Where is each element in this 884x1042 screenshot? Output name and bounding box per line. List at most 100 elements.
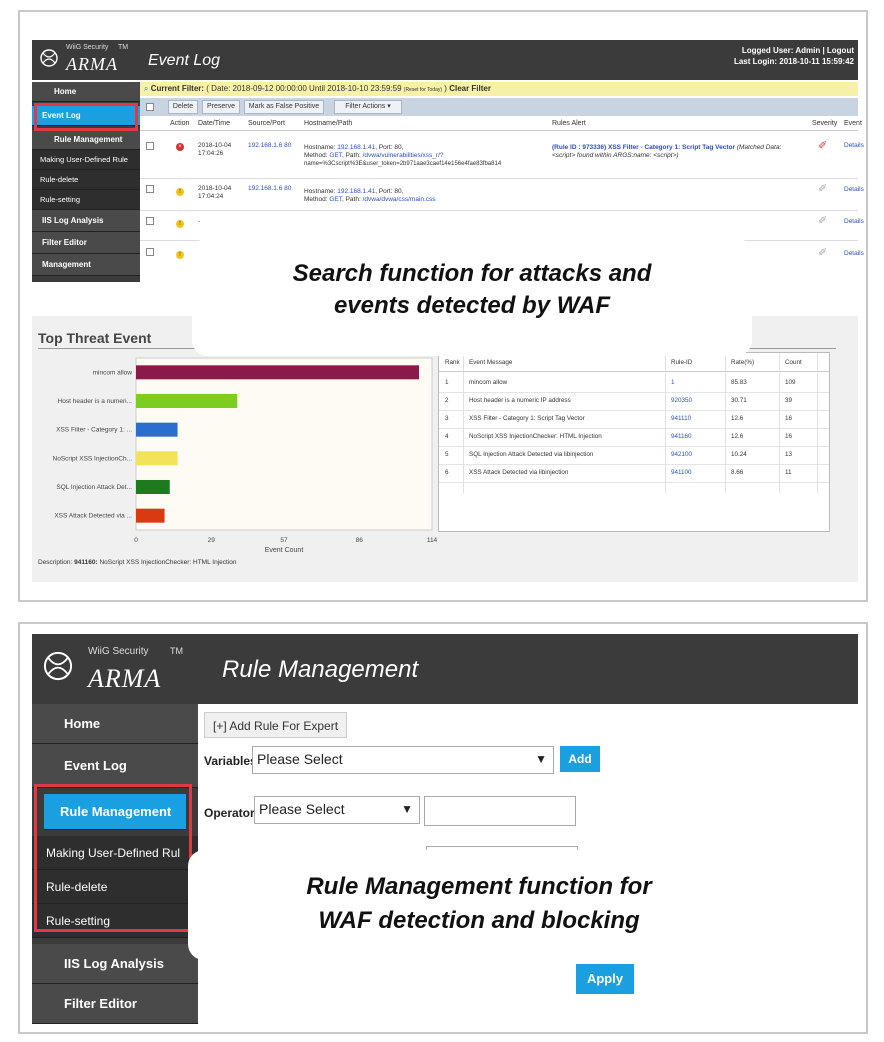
filter-label: Current Filter:	[150, 84, 205, 93]
row-hostname: Hostname: 192.168.1.41, Port: 80, Method…	[304, 188, 554, 204]
row-checkbox[interactable]	[146, 248, 154, 256]
port-text: , Port: 80,	[375, 144, 404, 151]
preserve-button[interactable]: Preserve	[202, 100, 240, 114]
rank-table-cell[interactable]: 1	[671, 379, 675, 386]
rank-table-header: Rule-ID	[671, 359, 693, 366]
method-link[interactable]: GET	[329, 152, 342, 159]
rank-table-cell[interactable]: 942100	[671, 451, 692, 458]
app-header: WiiG Security TM ARMA Rule Management	[32, 634, 858, 704]
chart-tick-label: 86	[356, 537, 364, 544]
blocked-icon: ×	[176, 143, 184, 151]
row-checkbox[interactable]	[146, 185, 154, 193]
select-all-checkbox[interactable]	[146, 103, 154, 111]
chart-bar[interactable]	[136, 394, 238, 408]
row-source[interactable]: 192.168.1.6 80	[248, 142, 291, 150]
rank-table-cell: 5	[445, 451, 449, 458]
description-label: Description:	[38, 559, 73, 566]
sidebar-item-user-defined-rule[interactable]: Making User-Defined Rule	[32, 150, 140, 170]
sidebar-item-iis-log[interactable]: IIS Log Analysis	[32, 944, 198, 984]
chart-tick-label: 0	[134, 537, 138, 544]
chart-bar[interactable]	[136, 451, 178, 466]
chart-category-label: SQL Injection Attack Det...	[56, 484, 132, 491]
warning-icon: !	[176, 220, 184, 228]
host-link[interactable]: 192.168.1.41	[337, 188, 375, 195]
chart-tick-label: 57	[280, 537, 288, 544]
filter-actions-button[interactable]: Filter Actions ▾	[334, 100, 402, 114]
rank-table-cell: 39	[785, 397, 793, 404]
rank-table-cell[interactable]: 941100	[671, 469, 692, 476]
sidebar-item-rule-setting[interactable]: Rule-setting	[32, 190, 140, 210]
callout-line-1: Rule Management function for	[306, 873, 652, 900]
false-positive-button[interactable]: Mark as False Positive	[244, 100, 324, 114]
rank-table-cell: 85.83	[731, 379, 747, 386]
chart-bar[interactable]	[136, 508, 165, 523]
row-date: 2018-10-04	[198, 142, 232, 149]
rank-table-cell[interactable]: 941160	[671, 433, 692, 440]
sidebar-item-home[interactable]: Home	[32, 82, 140, 102]
delete-button[interactable]: Delete	[168, 100, 198, 114]
rank-table: Rank Event Message Rule-ID Rate(%) Count 1 min…	[438, 352, 830, 532]
rank-table-cell: 3	[445, 415, 449, 422]
reset-link[interactable]: (Reset for Today)	[404, 87, 442, 93]
chart-category-label: mincom allow	[93, 369, 133, 376]
sidebar-item-rule-management[interactable]: Rule Management	[32, 130, 140, 150]
rank-table-cell: mincom allow	[469, 379, 508, 386]
row-time: 17:04:24	[198, 193, 224, 200]
rank-table-header: Rate(%)	[731, 359, 755, 366]
chart-bar[interactable]	[136, 365, 420, 380]
chart-x-axis-label: Event Count	[265, 547, 304, 552]
sidebar-item-rule-delete[interactable]: Rule-delete	[32, 170, 140, 190]
rank-table-cell[interactable]: 941110	[671, 415, 691, 422]
rank-table-cell: SQL Injection Attack Detected via libinj…	[469, 451, 594, 458]
method-label: Method:	[304, 152, 328, 159]
event-toolbar: Delete Preserve Mark as False Positive F…	[140, 98, 858, 116]
method-link[interactable]: GET	[329, 196, 342, 203]
sidebar-item-filter-editor[interactable]: Filter Editor	[32, 232, 140, 254]
operator-value-input[interactable]	[424, 796, 576, 826]
row-source[interactable]: 192.168.1.6 80	[248, 185, 291, 193]
details-link[interactable]: Details	[844, 186, 864, 194]
path-link[interactable]: /dvwa/dvwa/css/main.css	[363, 196, 436, 203]
sidebar-item-management[interactable]: Management	[32, 254, 140, 276]
callout-line-2: events detected by WAF	[333, 292, 611, 319]
details-link[interactable]: Details	[844, 218, 864, 226]
rank-table-cell: 4	[445, 433, 449, 440]
rank-table-cell: 10.24	[731, 451, 747, 458]
event-log-highlight	[34, 103, 138, 131]
operator-label: Operator	[204, 806, 255, 820]
logged-user[interactable]: Logged User: Admin | Logout	[742, 46, 854, 55]
rule-management-screenshot-panel: WiiG Security TM ARMA Rule Management Ho…	[18, 622, 868, 1034]
logo-icon	[43, 651, 73, 681]
variables-select[interactable]: Please Select ▼	[252, 746, 554, 774]
sidebar-item-iis-log[interactable]: IIS Log Analysis	[32, 210, 140, 232]
chart-bar[interactable]	[136, 480, 170, 494]
filter-text: ( Date: 2018-09-12 00:00:00 Until 2018-1…	[206, 84, 402, 93]
operator-select[interactable]: Please Select ▼	[254, 796, 420, 824]
details-link[interactable]: Details	[844, 250, 864, 258]
sidebar-item-filter-editor[interactable]: Filter Editor	[32, 984, 198, 1024]
dropdown-arrow-icon: ▼	[535, 752, 547, 766]
alert-link[interactable]: (Rule ID : 973336) XSS Filter - Category…	[552, 144, 735, 151]
row-checkbox[interactable]	[146, 217, 154, 225]
host-link[interactable]: 192.168.1.41	[337, 144, 375, 151]
clear-filter-link[interactable]: Clear Filter	[449, 84, 491, 93]
rank-table-header: Event Message	[469, 359, 513, 366]
chart-bar[interactable]	[136, 422, 178, 437]
sidebar-item-home[interactable]: Home	[32, 704, 198, 744]
filter-close: )	[444, 84, 447, 93]
rank-table-cell[interactable]: 920350	[671, 397, 692, 404]
add-button[interactable]: Add	[560, 746, 600, 772]
row-checkbox[interactable]	[146, 142, 154, 150]
rank-table-cell: 6	[445, 469, 449, 476]
variables-label: Variables	[204, 754, 257, 768]
add-rule-expert-button[interactable]: [+] Add Rule For Expert	[204, 712, 348, 738]
rank-table-cell: 8.66	[731, 469, 744, 476]
col-rules-alert: Rules Alert	[552, 120, 586, 127]
path-link[interactable]: /dvwa/vulnerabilities/xss_r/?	[363, 152, 444, 159]
apply-button[interactable]: Apply	[576, 964, 634, 994]
current-filter-bar: ⌕ Current Filter: ( Date: 2018-09-12 00:…	[140, 82, 858, 96]
rank-table-header: Count	[785, 359, 802, 366]
event-log-callout: Search function for attacks and events d…	[192, 238, 752, 356]
details-link[interactable]: Details	[844, 142, 864, 150]
sidebar-item-event-log[interactable]: Event Log	[32, 744, 198, 788]
